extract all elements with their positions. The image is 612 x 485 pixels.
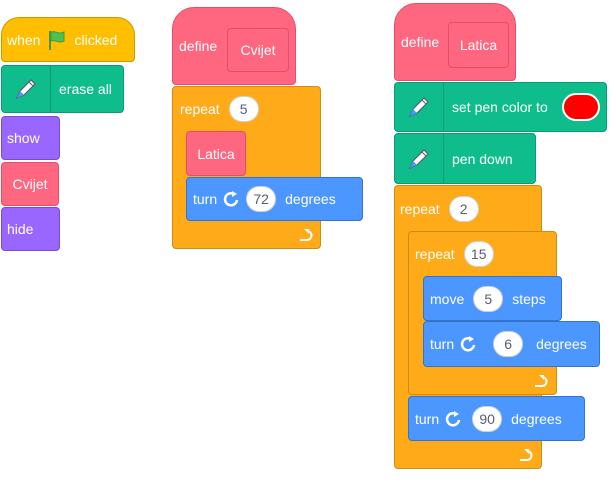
pen-down-block[interactable]: pen down — [394, 133, 536, 184]
hide-label: hide — [7, 221, 34, 237]
call-cvijet-block[interactable]: Cvijet — [1, 162, 59, 206]
turn-label: turn — [193, 191, 218, 207]
when-label: when — [7, 31, 41, 48]
degrees-label: degrees — [536, 336, 587, 352]
loop-arrow-icon — [516, 446, 534, 469]
hide-block[interactable]: hide — [1, 207, 60, 251]
move-steps-block[interactable]: move 5 steps — [423, 276, 562, 321]
turn-72-block[interactable]: turn 72 degrees — [186, 177, 363, 221]
move-label: move — [430, 290, 465, 307]
clicked-label: clicked — [74, 31, 118, 48]
loop-arrow-icon — [531, 372, 549, 395]
repeat-label: repeat — [400, 201, 440, 217]
pen-icon — [395, 134, 444, 183]
turn-label: turn — [415, 410, 440, 427]
turn-degrees-input[interactable]: 72 — [246, 186, 277, 212]
show-label: show — [7, 130, 40, 146]
green-flag-icon — [45, 28, 69, 52]
degrees-label: degrees — [511, 410, 562, 427]
pen-icon — [395, 83, 444, 131]
steps-label: steps — [512, 290, 546, 307]
cvijet-prototype: Cvijet — [227, 28, 289, 72]
rotate-right-icon — [459, 334, 479, 354]
repeat-count-input[interactable]: 5 — [228, 96, 259, 122]
repeat-label: repeat — [415, 246, 455, 262]
outer-repeat-count-input[interactable]: 2 — [448, 196, 479, 222]
set-pen-color-block[interactable]: set pen color to — [394, 82, 607, 132]
turn-degrees-input[interactable]: 90 — [472, 405, 503, 432]
turn-6-block[interactable]: turn 6 degrees — [423, 321, 600, 367]
latica-prototype-label: Latica — [459, 37, 498, 53]
turn-label: turn — [430, 336, 455, 352]
move-steps-input[interactable]: 5 — [473, 285, 504, 312]
inner-repeat-count-input[interactable]: 15 — [463, 241, 494, 267]
latica-prototype: Latica — [448, 22, 509, 68]
latica-call-label: Latica — [197, 145, 235, 162]
turn-90-block[interactable]: turn 90 degrees — [408, 396, 585, 441]
loop-arrow-icon — [296, 226, 314, 249]
define-label: define — [179, 38, 218, 54]
call-latica-block[interactable]: Latica — [186, 131, 246, 176]
pen-icon — [2, 66, 51, 112]
set-pen-color-label: set pen color to — [452, 99, 548, 115]
cvijet-call-label: Cvijet — [12, 176, 48, 192]
when-flag-clicked-block[interactable]: when clicked — [1, 17, 135, 62]
turn-degrees-input[interactable]: 6 — [493, 331, 524, 357]
rotate-right-icon — [444, 409, 464, 429]
erase-all-label: erase all — [59, 81, 112, 97]
cvijet-prototype-label: Cvijet — [240, 42, 276, 58]
erase-all-block[interactable]: erase all — [1, 65, 124, 113]
repeat-label: repeat — [180, 101, 220, 117]
degrees-label: degrees — [285, 191, 336, 207]
pen-down-label: pen down — [452, 150, 513, 167]
define-label: define — [401, 34, 440, 50]
show-block[interactable]: show — [1, 116, 60, 160]
pen-color-swatch[interactable] — [562, 93, 600, 121]
rotate-right-icon — [222, 189, 242, 209]
